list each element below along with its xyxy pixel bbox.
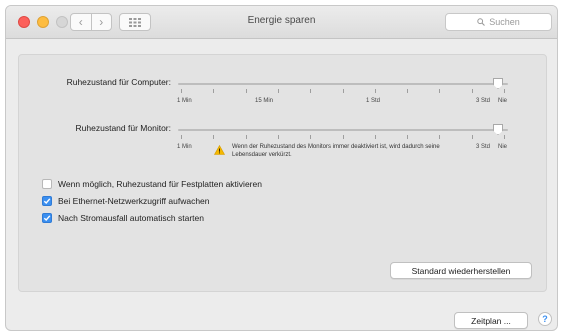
tick-label-3-std-display: 3 Std: [476, 144, 491, 150]
preferences-window: ‹ › Energie sparen Suchen Ruhezustand fü…: [5, 5, 558, 331]
tick-label-nie-display: Nie: [498, 144, 508, 150]
slider-tick: [407, 89, 409, 93]
computer-sleep-label: Ruhezustand für Computer:: [66, 77, 171, 87]
option-restart-power-failure[interactable]: Nach Stromausfall automatisch starten: [42, 213, 204, 223]
display-sleep-label: Ruhezustand für Monitor:: [75, 123, 171, 133]
checkmark-icon: [43, 215, 51, 222]
tick-label-1-std: 1 Std: [366, 98, 381, 104]
settings-panel: [18, 54, 547, 292]
slider-tick: [213, 135, 215, 139]
slider-tick: [181, 89, 182, 93]
checkmark-icon: [43, 198, 51, 205]
slider-tick: [310, 89, 312, 93]
slider-tick: [471, 89, 473, 93]
slider-tick: [245, 135, 247, 139]
disk-sleep-checkbox[interactable]: [42, 179, 52, 189]
slider-tick: [245, 89, 247, 93]
slider-tick: [310, 135, 312, 139]
slider-tick: [342, 135, 344, 139]
option-label: Nach Stromausfall automatisch starten: [58, 213, 204, 223]
tick-label-1-min-display: 1 Min: [177, 144, 192, 150]
slider-tick: [471, 135, 473, 139]
search-field[interactable]: Suchen: [445, 13, 552, 31]
help-button[interactable]: ?: [538, 312, 552, 326]
title-bar: ‹ › Energie sparen Suchen: [6, 6, 557, 39]
computer-sleep-slider[interactable]: [178, 83, 508, 85]
slider-tick: [374, 135, 376, 139]
warning-icon: [214, 145, 225, 155]
slider-tick: [213, 89, 215, 93]
slider-tick: [504, 135, 505, 139]
option-disk-sleep[interactable]: Wenn möglich, Ruhezustand für Festplatte…: [42, 179, 262, 189]
slider-tick: [407, 135, 409, 139]
tick-label-nie: Nie: [498, 98, 508, 104]
tick-label-15-min: 15 Min: [255, 98, 274, 104]
option-wake-ethernet[interactable]: Bei Ethernet-Netzwerkzugriff aufwachen: [42, 196, 210, 206]
option-label: Wenn möglich, Ruhezustand für Festplatte…: [58, 179, 262, 189]
slider-tick: [277, 135, 279, 139]
slider-tick: [181, 135, 182, 139]
wake-ethernet-checkbox[interactable]: [42, 196, 52, 206]
display-sleep-slider[interactable]: [178, 129, 508, 131]
restart-power-failure-checkbox[interactable]: [42, 213, 52, 223]
display-sleep-warning: Wenn der Ruhezustand des Monitors immer …: [232, 144, 440, 158]
schedule-button[interactable]: Zeitplan ...: [454, 312, 528, 329]
search-placeholder: Suchen: [489, 17, 520, 27]
tick-label-1-min: 1 Min: [177, 98, 192, 104]
slider-tick: [342, 89, 344, 93]
tick-label-3-std: 3 Std: [476, 98, 491, 104]
restore-defaults-button[interactable]: Standard wiederherstellen: [390, 262, 532, 279]
slider-tick: [504, 89, 505, 93]
slider-tick: [439, 135, 441, 139]
slider-tick: [277, 89, 279, 93]
slider-tick: [439, 89, 441, 93]
slider-tick: [374, 89, 376, 93]
search-icon: [477, 18, 486, 26]
option-label: Bei Ethernet-Netzwerkzugriff aufwachen: [58, 196, 210, 206]
